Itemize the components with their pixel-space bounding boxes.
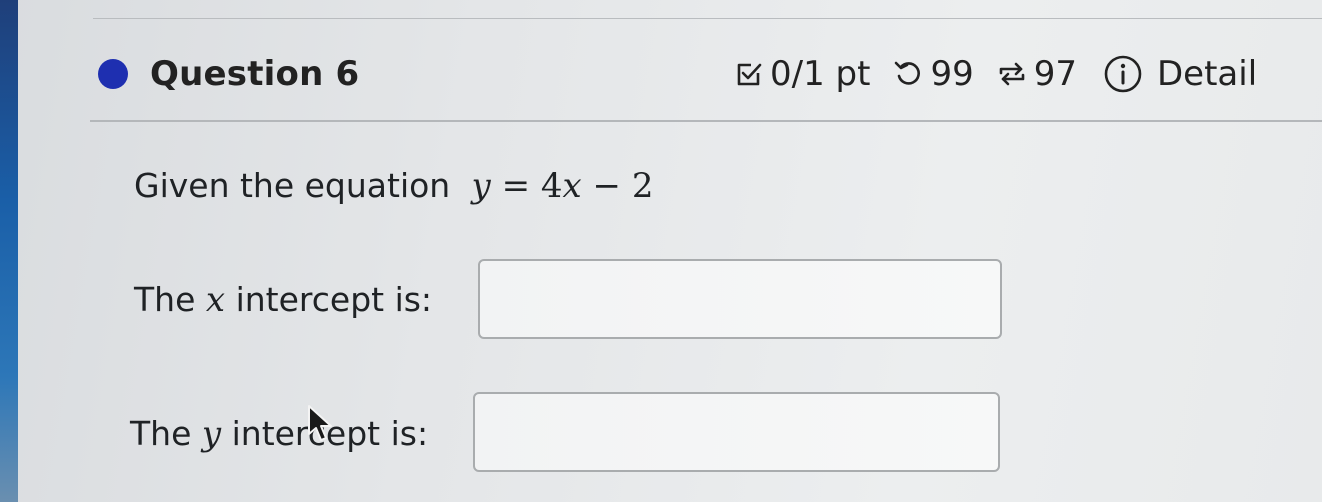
points-score: 0/1 pt — [770, 54, 871, 94]
checkbox-check-icon — [734, 59, 764, 89]
y-intercept-prefix: The — [130, 414, 192, 453]
y-intercept-input[interactable] — [473, 392, 1000, 472]
question-page: Question 6 0/1 pt 99 97 Detail Given the… — [18, 0, 1322, 502]
question-header: Question 6 — [98, 48, 359, 100]
equation-lhs: y — [471, 166, 491, 206]
question-title: Question 6 — [150, 54, 360, 94]
y-intercept-label: The y intercept is: — [130, 414, 428, 454]
repeat-icon[interactable] — [996, 58, 1028, 90]
x-intercept-input[interactable] — [478, 259, 1002, 339]
undo-icon[interactable] — [892, 58, 924, 90]
header-divider — [90, 120, 1322, 122]
x-intercept-suffix: intercept is: — [235, 280, 433, 319]
equation-constant: 2 — [631, 166, 654, 206]
x-intercept-label: The x intercept is: — [134, 280, 432, 320]
equation-variable: x — [562, 166, 582, 206]
retries-count: 99 — [930, 54, 974, 94]
y-intercept-var: y — [201, 414, 222, 454]
equation-equals: = — [501, 166, 531, 206]
mouse-pointer-icon — [307, 404, 335, 448]
prompt-text: Given the equation — [134, 166, 451, 205]
question-meta: 0/1 pt 99 97 Detail — [734, 48, 1257, 100]
attempts-count: 97 — [1033, 54, 1077, 94]
background-window-edge — [0, 0, 18, 502]
details-link[interactable]: Detail — [1157, 54, 1257, 94]
info-icon[interactable] — [1103, 54, 1143, 94]
equation: y = 4x − 2 — [461, 166, 654, 206]
equation-minus: − — [592, 166, 622, 206]
question-status-dot — [98, 59, 128, 89]
equation-coefficient: 4 — [540, 166, 563, 206]
x-intercept-prefix: The — [134, 280, 196, 319]
x-intercept-var: x — [205, 280, 226, 320]
question-prompt: Given the equation y = 4x − 2 — [134, 166, 653, 206]
top-divider — [93, 18, 1322, 19]
